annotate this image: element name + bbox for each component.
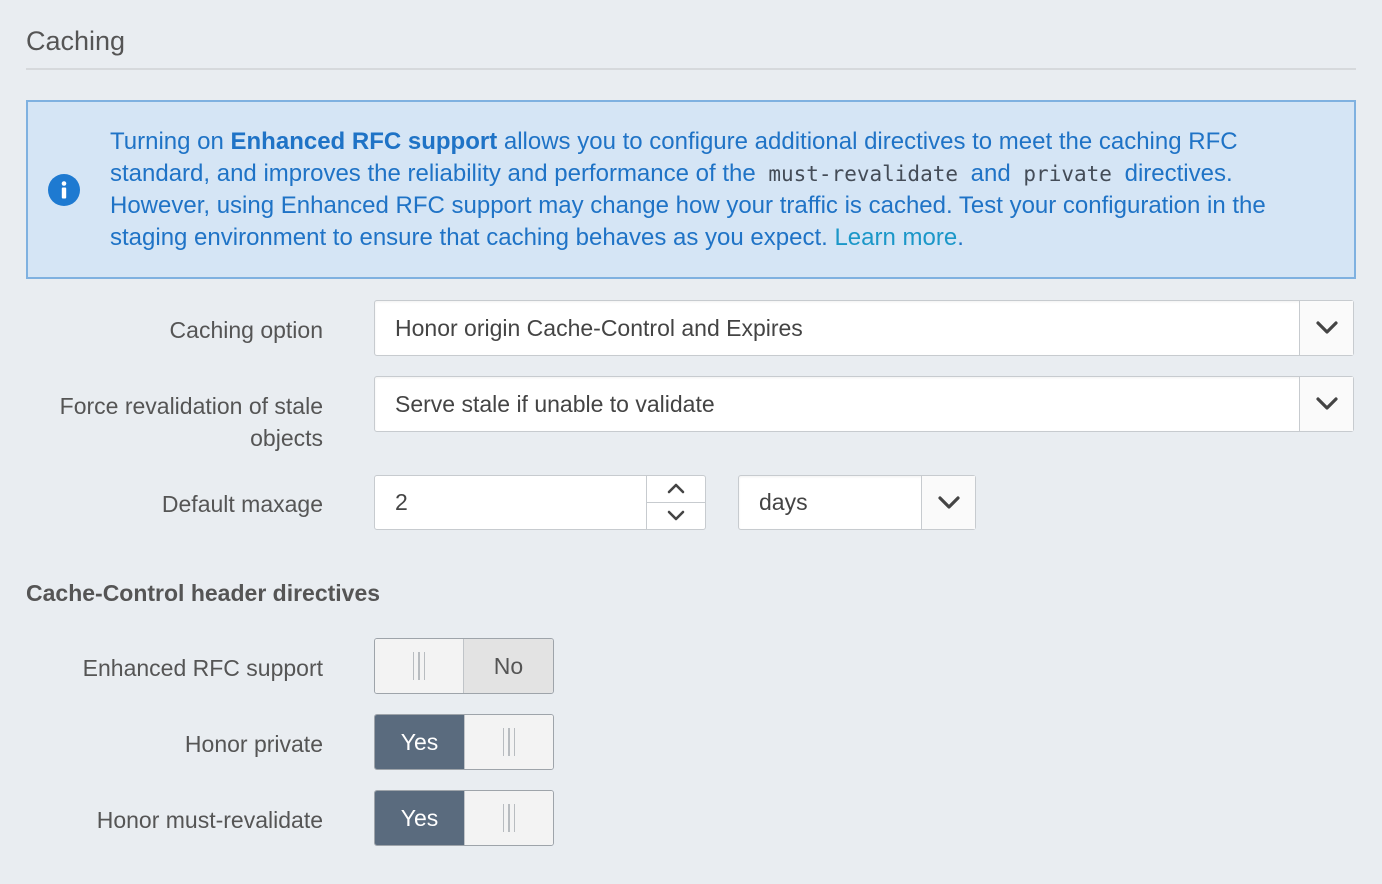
info-circle-icon xyxy=(48,174,80,206)
toggle-state-yes: Yes xyxy=(375,791,464,845)
toggle-handle[interactable] xyxy=(464,715,553,769)
info-box: Turning on Enhanced RFC support allows y… xyxy=(26,100,1356,279)
section-title: Caching xyxy=(26,26,126,56)
default-maxage-label: Default maxage xyxy=(161,491,323,517)
chevron-down-icon[interactable] xyxy=(647,503,705,530)
force-revalidation-label: Force revalidation of stale objects xyxy=(59,393,323,451)
honor-private-label: Honor private xyxy=(184,731,323,757)
default-maxage-input[interactable]: 2 xyxy=(374,475,706,530)
chevron-up-icon[interactable] xyxy=(647,476,705,503)
grip-icon xyxy=(502,728,516,756)
toggle-state-no: No xyxy=(464,639,553,693)
enhanced-rfc-label: Enhanced RFC support xyxy=(82,655,323,681)
toggle-state-yes: Yes xyxy=(375,715,464,769)
section-divider xyxy=(26,68,1356,70)
chevron-down-icon[interactable] xyxy=(1299,377,1353,431)
force-revalidation-select[interactable]: Serve stale if unable to validate xyxy=(374,376,1354,432)
default-maxage-value: 2 xyxy=(395,489,408,515)
toggle-handle[interactable] xyxy=(375,639,464,693)
honor-must-revalidate-toggle[interactable]: Yes xyxy=(374,790,554,846)
directives-heading: Cache-Control header directives xyxy=(26,580,381,606)
honor-private-toggle[interactable]: Yes xyxy=(374,714,554,770)
honor-must-revalidate-label: Honor must-revalidate xyxy=(96,807,323,833)
info-code-must-revalidate: must-revalidate xyxy=(768,162,959,186)
info-text: Turning on Enhanced RFC support allows y… xyxy=(110,126,1310,254)
info-text-part: Turning on xyxy=(110,128,231,155)
learn-more-link[interactable]: Learn more xyxy=(834,224,957,251)
caching-option-label: Caching option xyxy=(169,317,323,343)
toggle-handle[interactable] xyxy=(464,791,553,845)
info-code-private: private xyxy=(1023,162,1112,186)
caching-option-value: Honor origin Cache-Control and Expires xyxy=(395,314,803,341)
maxage-unit-select[interactable]: days xyxy=(738,475,976,530)
info-text-bold: Enhanced RFC support xyxy=(230,128,498,155)
chevron-down-icon[interactable] xyxy=(1299,301,1353,355)
grip-icon xyxy=(412,652,426,680)
caching-option-select[interactable]: Honor origin Cache-Control and Expires xyxy=(374,300,1354,356)
maxage-stepper xyxy=(646,476,705,529)
enhanced-rfc-toggle[interactable]: No xyxy=(374,638,554,694)
chevron-down-icon[interactable] xyxy=(921,476,975,529)
info-text-part: . xyxy=(957,224,964,251)
maxage-unit-value: days xyxy=(759,489,808,515)
force-revalidation-value: Serve stale if unable to validate xyxy=(395,390,715,417)
info-text-part: and xyxy=(964,160,1018,187)
grip-icon xyxy=(502,804,516,832)
